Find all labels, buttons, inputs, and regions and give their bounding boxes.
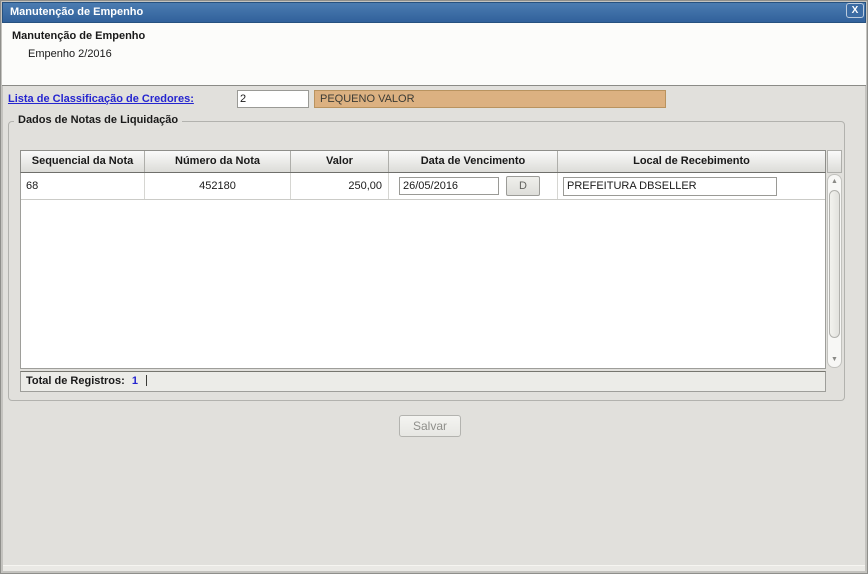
column-header-local[interactable]: Local de Recebimento: [558, 151, 825, 172]
column-header-vencimento[interactable]: Data de Vencimento: [389, 151, 558, 172]
liquidation-notes-legend: Dados de Notas de Liquidação: [14, 114, 182, 126]
text-cursor: [146, 375, 147, 386]
cell-vencimento: D: [389, 173, 558, 199]
creditor-classification-description: PEQUENO VALOR: [314, 90, 666, 108]
header-panel: Manutenção de Empenho Empenho 2/2016: [2, 23, 866, 86]
scroll-up-icon[interactable]: ▲: [828, 175, 841, 189]
dialog-titlebar[interactable]: Manutenção de Empenho: [2, 2, 866, 23]
dialog-title: Manutenção de Empenho: [10, 6, 143, 18]
date-picker-button[interactable]: D: [506, 176, 540, 196]
column-header-numero[interactable]: Número da Nota: [145, 151, 291, 172]
creditor-classification-link[interactable]: Lista de Classificação de Credores:: [8, 93, 194, 105]
scrollbar-thumb[interactable]: [829, 190, 840, 338]
total-records-bar: Total de Registros: 1: [20, 371, 826, 392]
column-header-sequencial[interactable]: Sequencial da Nota: [21, 151, 145, 172]
cell-valor: 250,00: [291, 173, 389, 199]
grid-body: 68 452180 250,00 D: [20, 173, 826, 369]
cell-sequencial: 68: [21, 173, 145, 199]
cell-local: [558, 173, 825, 199]
receiving-location-input[interactable]: [563, 177, 777, 196]
creditor-classification-code-input[interactable]: [237, 90, 309, 108]
column-header-valor[interactable]: Valor: [291, 151, 389, 172]
total-records-value: 1: [132, 375, 138, 387]
total-records-label: Total de Registros:: [26, 375, 125, 387]
page-title: Manutenção de Empenho: [12, 30, 145, 42]
table-row[interactable]: 68 452180 250,00 D: [21, 173, 825, 200]
empenho-subtitle: Empenho 2/2016: [28, 48, 112, 60]
grid-header: Sequencial da Nota Número da Nota Valor …: [20, 150, 826, 173]
vertical-scrollbar[interactable]: ▲ ▼: [827, 174, 842, 368]
cell-numero: 452180: [145, 173, 291, 199]
close-button[interactable]: X: [846, 3, 864, 18]
empenho-maintenance-dialog: Manutenção de Empenho X Manutenção de Em…: [0, 0, 868, 574]
window-bottom-edge: [3, 565, 865, 571]
close-icon: X: [852, 5, 859, 16]
grid-header-scroll-spacer: [827, 150, 842, 173]
due-date-input[interactable]: [399, 177, 499, 195]
scroll-down-icon[interactable]: ▼: [828, 353, 841, 367]
save-button[interactable]: Salvar: [399, 415, 461, 437]
